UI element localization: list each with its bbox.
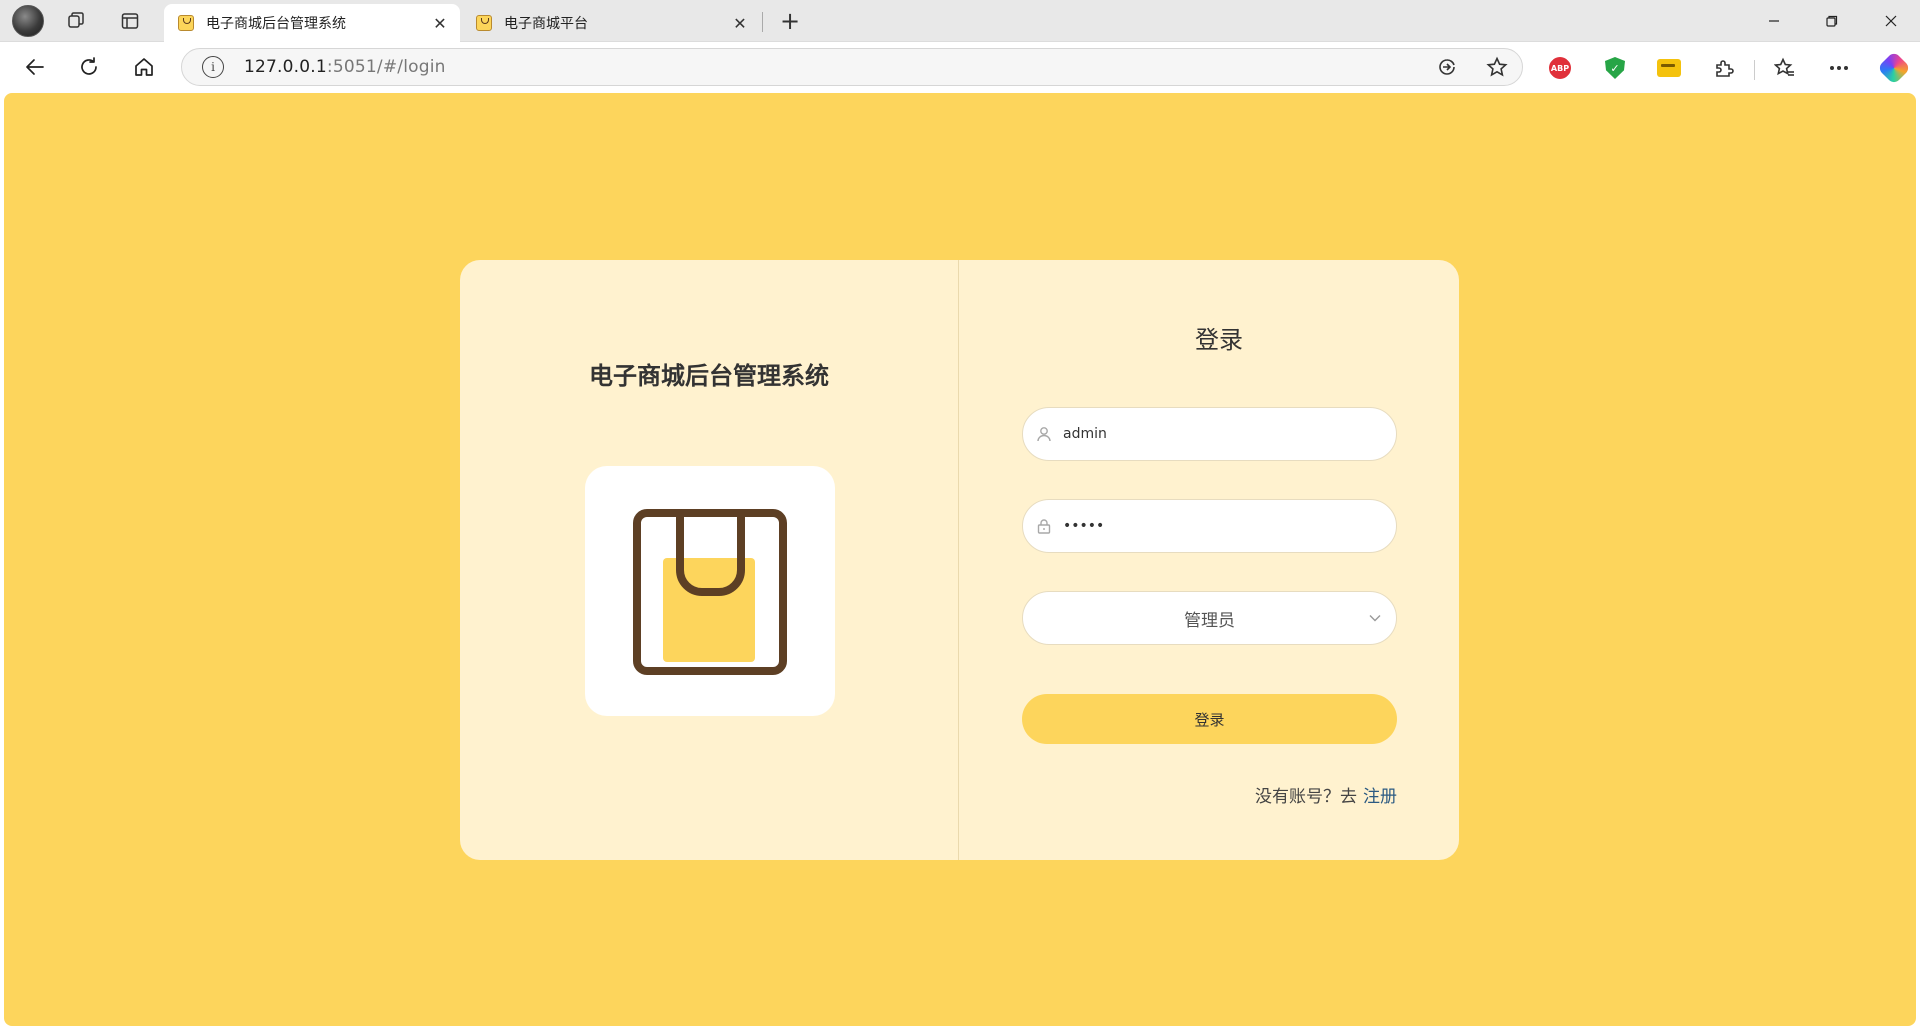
restore-icon[interactable] bbox=[1803, 0, 1861, 42]
url-text[interactable]: 127.0.0.1:5051/#/login bbox=[244, 57, 446, 77]
tab-mall-platform[interactable]: 电子商城平台 ✕ bbox=[462, 4, 760, 42]
address-bar[interactable]: i 127.0.0.1:5051/#/login bbox=[181, 48, 1523, 86]
system-title: 电子商城后台管理系统 bbox=[589, 362, 829, 390]
adblock-plus-icon[interactable]: ABP bbox=[1543, 54, 1577, 82]
register-link[interactable]: 注册 bbox=[1363, 787, 1397, 807]
register-prompt-text: 没有账号？去 bbox=[1255, 787, 1357, 807]
url-host: 127.0.0.1 bbox=[244, 57, 327, 77]
password-input[interactable] bbox=[1063, 518, 1363, 534]
username-field[interactable] bbox=[1022, 407, 1397, 461]
immersive-reader-icon[interactable] bbox=[1429, 49, 1465, 85]
browser-tab-bar: 电子商城后台管理系统 ✕ 电子商城平台 ✕ + bbox=[0, 0, 1920, 42]
copilot-icon[interactable] bbox=[1877, 51, 1911, 85]
shopping-bag-icon bbox=[633, 509, 787, 675]
login-form-panel: 登录 管理员 登录 没有账号？去注册 bbox=[959, 260, 1459, 860]
tab-admin-system[interactable]: 电子商城后台管理系统 ✕ bbox=[164, 4, 460, 42]
window-close-icon[interactable] bbox=[1862, 0, 1920, 42]
workspaces-icon[interactable] bbox=[60, 6, 92, 36]
more-icon[interactable] bbox=[1822, 54, 1856, 82]
role-select-value: 管理员 bbox=[1184, 610, 1235, 631]
brand-panel: 电子商城后台管理系统 bbox=[460, 260, 959, 860]
tab-title: 电子商城平台 bbox=[504, 16, 588, 32]
favorites-icon[interactable] bbox=[1768, 54, 1802, 82]
close-icon[interactable]: ✕ bbox=[730, 13, 750, 33]
puzzle-icon[interactable] bbox=[1707, 54, 1741, 82]
new-tab-plus-icon[interactable]: + bbox=[774, 6, 806, 36]
lock-icon bbox=[1035, 517, 1053, 535]
url-path: :5051/#/login bbox=[326, 57, 446, 77]
tab-actions-icon[interactable] bbox=[114, 6, 146, 36]
shield-extension-icon[interactable]: ✓ bbox=[1598, 54, 1632, 82]
back-arrow-icon[interactable] bbox=[18, 51, 52, 83]
page-viewport: 电子商城后台管理系统 登录 admin ••••• 管理员 登录 没有账号？去 … bbox=[4, 93, 1916, 1026]
tab-title: 电子商城后台管理系统 bbox=[206, 16, 346, 32]
toolbar-divider bbox=[1754, 60, 1755, 80]
logo-tile bbox=[585, 466, 835, 716]
minimize-icon[interactable] bbox=[1745, 0, 1803, 42]
login-card: 电子商城后台管理系统 登录 admin ••••• 管理员 登录 没有账号？去 … bbox=[460, 260, 1459, 860]
user-icon bbox=[1035, 425, 1053, 443]
tag-extension-icon[interactable] bbox=[1652, 54, 1686, 82]
shopping-bag-favicon-icon bbox=[476, 15, 492, 31]
refresh-icon[interactable] bbox=[72, 51, 106, 83]
register-prompt: 没有账号？去 注册 bbox=[1255, 782, 1397, 807]
close-icon[interactable]: ✕ bbox=[430, 13, 450, 33]
shopping-bag-favicon-icon bbox=[178, 15, 194, 31]
username-input[interactable] bbox=[1063, 426, 1363, 442]
chevron-down-icon bbox=[1368, 610, 1382, 629]
browser-toolbar: i 127.0.0.1:5051/#/login ABP ✓ bbox=[0, 42, 1920, 92]
info-icon[interactable]: i bbox=[202, 56, 224, 78]
login-button[interactable]: 登录 bbox=[1022, 694, 1397, 744]
password-field[interactable] bbox=[1022, 499, 1397, 553]
home-icon[interactable] bbox=[127, 51, 161, 83]
login-heading: 登录 bbox=[1195, 326, 1243, 354]
star-icon[interactable] bbox=[1479, 49, 1515, 85]
profile-avatar[interactable] bbox=[12, 5, 44, 37]
tab-divider bbox=[762, 12, 763, 32]
role-select[interactable]: 管理员 bbox=[1022, 591, 1397, 645]
